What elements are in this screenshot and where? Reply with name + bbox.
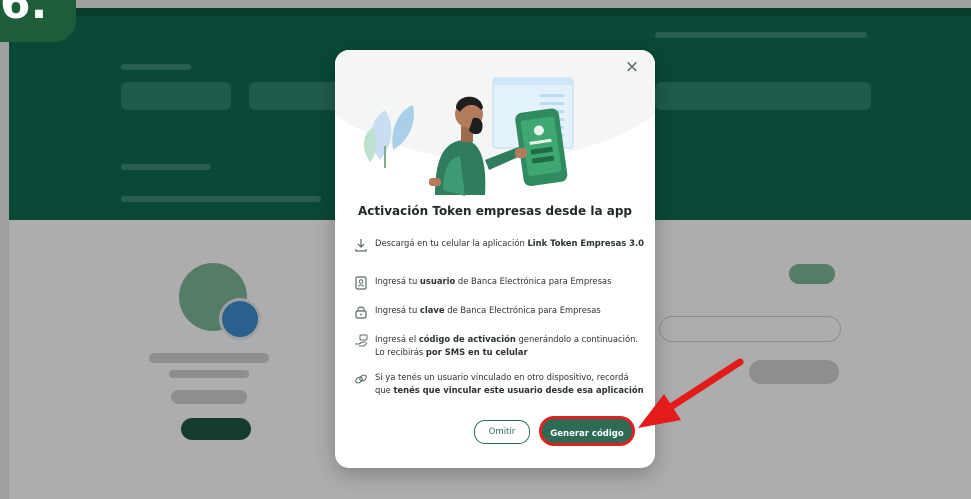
hand-code-icon	[355, 334, 368, 347]
step-text-bold: Link Token Empresas 3.0	[527, 238, 644, 248]
step-text: Descargá en tu celular la aplicación Lin…	[375, 237, 645, 250]
step-text: Ingresá el código de activación generánd…	[375, 333, 645, 358]
token-activation-modal: × Activación Token empresas desde la app…	[335, 50, 655, 468]
user-card-icon	[355, 276, 367, 290]
step-text-bold: tenés que vincular este usuario desde es…	[393, 384, 644, 395]
person-phone-illustration	[363, 77, 574, 196]
step-text-part: Ingresá tu	[375, 276, 420, 286]
modal-title: Activación Token empresas desde la app	[357, 204, 632, 218]
step-text-part: Descargá en tu celular la aplicación	[375, 238, 528, 248]
step-text-bold: clave	[419, 305, 445, 315]
omit-button[interactable]: Omitir	[474, 420, 530, 444]
close-button[interactable]: ×	[621, 56, 643, 78]
step-number: 6.	[0, 0, 48, 29]
lock-icon	[355, 306, 367, 319]
step-text: Ingresá tu usuario de Banca Electrónica …	[375, 275, 645, 288]
step-number-badge: 6.	[0, 0, 76, 42]
step-text-part: de Banca Electrónica para Empresas	[444, 305, 601, 315]
step-text-part: Ingresá tu	[375, 305, 420, 315]
modal-hero: ×	[335, 50, 655, 200]
generate-code-button[interactable]: Generar código	[539, 416, 635, 446]
step-text-bold: por SMS en tu celular	[425, 346, 528, 357]
step-text: Si ya tenés un usuario vinculado en otro…	[375, 371, 645, 396]
step-text-bold: código de activación	[418, 334, 516, 344]
screen: 6. × Activación Token empresas desde la …	[0, 0, 971, 499]
link-icon	[355, 374, 367, 384]
step-text-part: Ingresá el	[375, 334, 419, 344]
step-text-bold: usuario	[419, 276, 456, 286]
step-text: Ingresá tu clave de Banca Electrónica pa…	[375, 304, 645, 317]
download-icon	[355, 239, 367, 252]
step-text-part: de Banca Electrónica para Empresas	[455, 276, 612, 286]
